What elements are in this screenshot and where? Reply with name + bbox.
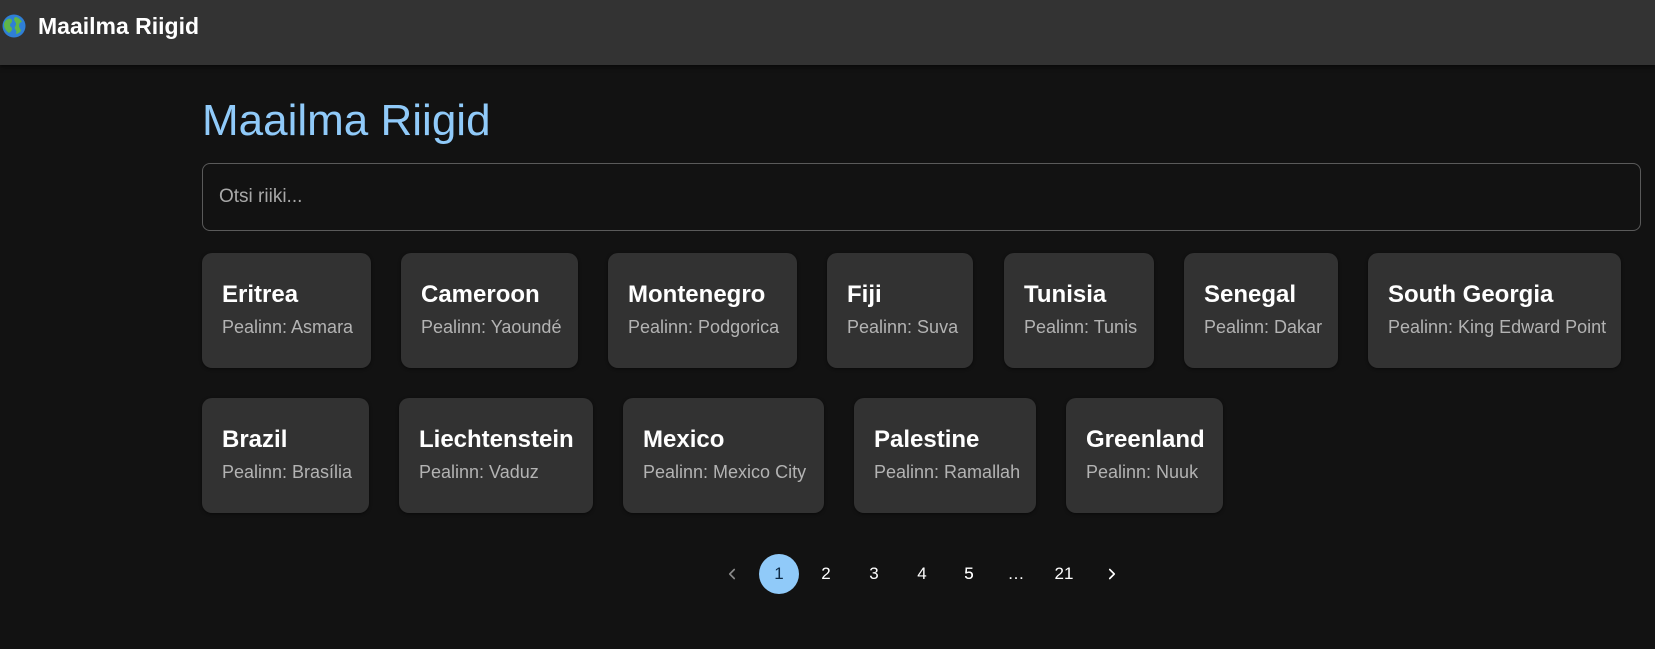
chevron-left-icon <box>728 568 736 580</box>
country-card-montenegro[interactable]: Montenegro Pealinn: Podgorica <box>608 253 797 368</box>
country-capital: Pealinn: Ramallah <box>874 462 1021 482</box>
globe-icon <box>2 14 26 38</box>
country-name: Eritrea <box>222 281 299 308</box>
pagination-next-button[interactable] <box>1092 554 1132 594</box>
country-capital: Pealinn: Dakar <box>1204 317 1323 337</box>
country-capital: Pealinn: Tunis <box>1024 317 1138 337</box>
pagination-ellipsis: … <box>1007 564 1025 583</box>
country-name: Liechtenstein <box>419 426 574 453</box>
country-name: South Georgia <box>1388 281 1554 308</box>
search-input[interactable] <box>202 163 1641 231</box>
country-card-cameroon[interactable]: Cameroon Pealinn: Yaoundé <box>401 253 578 368</box>
pagination-page-1[interactable]: 1 <box>759 554 799 594</box>
country-capital: Pealinn: Mexico City <box>643 462 807 482</box>
country-capital: Pealinn: Nuuk <box>1086 462 1199 482</box>
app-bar: Maailma Riigid <box>0 0 1655 65</box>
pagination-page-3[interactable]: 3 <box>854 554 894 594</box>
country-name: Brazil <box>222 426 288 453</box>
country-capital: Pealinn: Asmara <box>222 317 354 337</box>
country-name: Fiji <box>847 281 882 308</box>
pagination-last-page[interactable]: 21 <box>1044 554 1084 594</box>
chevron-right-icon <box>1108 568 1116 580</box>
country-name: Greenland <box>1086 426 1205 453</box>
country-name: Palestine <box>874 426 980 453</box>
country-card-palestine[interactable]: Palestine Pealinn: Ramallah <box>854 398 1036 513</box>
pagination-page-2[interactable]: 2 <box>806 554 846 594</box>
page-title: Maailma Riigid <box>202 96 491 145</box>
country-name: Senegal <box>1204 281 1297 308</box>
country-name: Cameroon <box>421 281 540 308</box>
country-capital: Pealinn: Vaduz <box>419 462 539 482</box>
country-card-brazil[interactable]: Brazil Pealinn: Brasília <box>202 398 369 513</box>
country-capital: Pealinn: Suva <box>847 317 959 337</box>
country-card-senegal[interactable]: Senegal Pealinn: Dakar <box>1184 253 1338 368</box>
country-name: Montenegro <box>628 281 766 308</box>
pagination-prev-button[interactable] <box>712 554 752 594</box>
country-capital: Pealinn: King Edward Point <box>1388 317 1607 337</box>
country-name: Tunisia <box>1024 281 1107 308</box>
country-capital: Pealinn: Yaoundé <box>421 317 562 337</box>
country-card-south-georgia[interactable]: South Georgia Pealinn: King Edward Point <box>1368 253 1621 368</box>
country-card-eritrea[interactable]: Eritrea Pealinn: Asmara <box>202 253 371 368</box>
country-capital: Pealinn: Podgorica <box>628 317 780 337</box>
country-card-liechtenstein[interactable]: Liechtenstein Pealinn: Vaduz <box>399 398 593 513</box>
country-card-greenland[interactable]: Greenland Pealinn: Nuuk <box>1066 398 1223 513</box>
country-card-fiji[interactable]: Fiji Pealinn: Suva <box>827 253 973 368</box>
pagination-page-5-visible[interactable]: 5 <box>949 554 989 594</box>
country-card-tunisia[interactable]: Tunisia Pealinn: Tunis <box>1004 253 1154 368</box>
country-capital: Pealinn: Brasília <box>222 462 353 482</box>
pagination-page-4[interactable]: 4 <box>902 554 942 594</box>
country-card-mexico[interactable]: Mexico Pealinn: Mexico City <box>623 398 824 513</box>
app-title: Maailma Riigid <box>38 13 200 39</box>
country-name: Mexico <box>643 426 725 453</box>
